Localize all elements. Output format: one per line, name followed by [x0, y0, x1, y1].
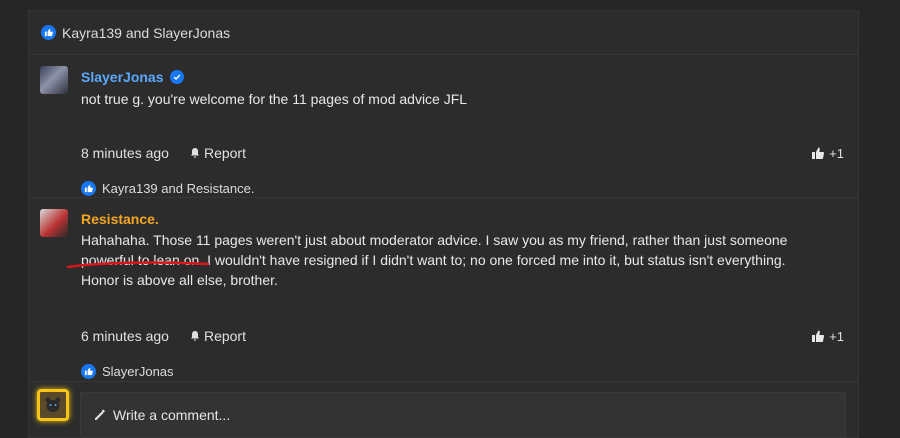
post-reactions-text: Kayra139 and SlayerJonas — [62, 24, 231, 41]
comment-input[interactable]: Write a comment... — [80, 392, 846, 438]
comment: Resistance. Hahahaha. Those 11 pages wer… — [29, 198, 858, 382]
comment-reactions[interactable]: SlayerJonas — [81, 364, 174, 379]
comment-author[interactable]: Resistance. — [81, 211, 159, 227]
avatar[interactable] — [40, 66, 68, 94]
comment-reactions-text: Kayra139 and Resistance. — [102, 181, 255, 196]
report-button[interactable]: Report — [189, 328, 246, 344]
comment: SlayerJonas not true g. you're welcome f… — [29, 55, 858, 198]
comments-panel: Kayra139 and SlayerJonas SlayerJonas not… — [28, 10, 859, 438]
like-button[interactable]: +1 — [811, 146, 844, 161]
red-underline-annotation — [67, 261, 209, 269]
like-button[interactable]: +1 — [811, 329, 844, 344]
comment-actions: 6 minutes ago Report +1 — [81, 328, 844, 344]
bell-icon — [190, 148, 199, 158]
comment-actions: 8 minutes ago Report +1 — [81, 145, 844, 161]
report-button[interactable]: Report — [189, 145, 246, 161]
like-count: +1 — [829, 145, 844, 161]
current-user-avatar[interactable] — [37, 389, 69, 421]
verified-badge-icon — [169, 70, 184, 84]
like-icon — [81, 181, 96, 196]
comment-body: not true g. you're welcome for the 11 pa… — [81, 91, 468, 107]
avatar[interactable] — [40, 209, 68, 237]
bear-icon — [45, 397, 61, 412]
pencil-icon — [95, 409, 105, 420]
post-reactions[interactable]: Kayra139 and SlayerJonas — [29, 11, 858, 55]
comment-input-placeholder: Write a comment... — [113, 407, 231, 423]
thumbs-up-icon — [812, 147, 825, 159]
report-label: Report — [203, 328, 246, 344]
like-count: +1 — [829, 328, 844, 344]
thumbs-up-icon — [812, 330, 825, 342]
comment-timestamp[interactable]: 6 minutes ago — [81, 328, 169, 344]
author-name[interactable]: Resistance. — [81, 211, 159, 227]
report-label: Report — [203, 145, 246, 161]
author-name[interactable]: SlayerJonas — [81, 69, 164, 85]
bell-icon — [190, 331, 199, 341]
comment-author[interactable]: SlayerJonas — [81, 69, 184, 85]
like-icon — [81, 364, 96, 379]
comment-reactions-text: SlayerJonas — [102, 364, 174, 379]
comment-reactions[interactable]: Kayra139 and Resistance. — [81, 181, 254, 196]
comment-timestamp[interactable]: 8 minutes ago — [81, 145, 169, 161]
like-icon — [41, 25, 56, 40]
